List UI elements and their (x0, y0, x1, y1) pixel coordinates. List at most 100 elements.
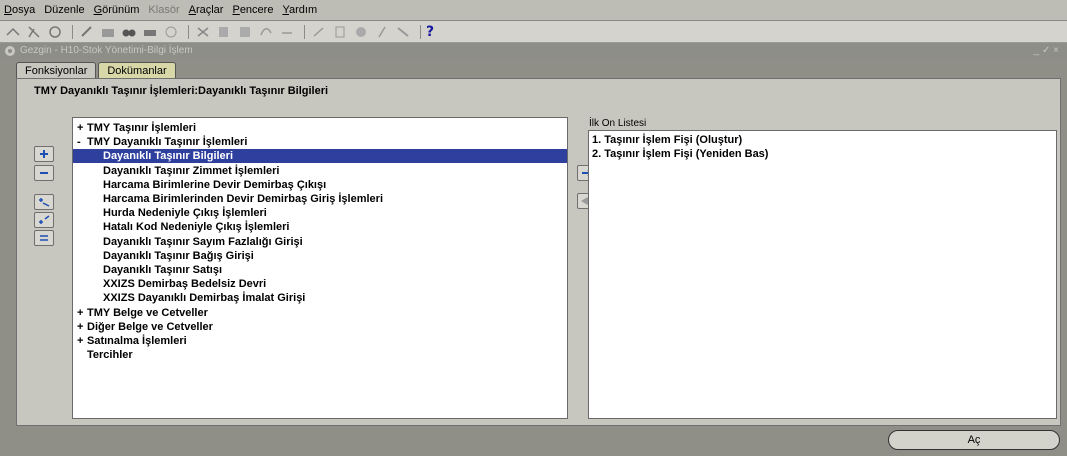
plus-icon (40, 150, 48, 158)
toolbar-separator (304, 24, 305, 39)
new-icon[interactable] (4, 24, 22, 40)
expand-all-icon (39, 215, 50, 224)
tree-item[interactable]: XXIZS Dayanıklı Demirbaş İmalat Girişi (103, 291, 305, 305)
tools-icon[interactable] (394, 24, 412, 40)
refresh-icon[interactable] (46, 24, 64, 40)
tree-expander[interactable]: + (77, 334, 87, 348)
tree-item[interactable]: Dayanıklı Taşınır Zimmet İşlemleri (103, 164, 279, 178)
tree-item[interactable]: Tercihler (77, 348, 133, 362)
menu-item[interactable]: Dosya (4, 4, 35, 16)
pen-icon[interactable] (310, 24, 328, 40)
menu-item[interactable]: Araçlar (189, 4, 224, 16)
tree-item[interactable]: + Diğer Belge ve Cetveller (77, 320, 213, 334)
tree-item[interactable]: + TMY Taşınır İşlemleri (77, 121, 196, 135)
menu-accelerator: G (93, 4, 103, 16)
expand-all-button[interactable] (34, 212, 54, 228)
edit-icon[interactable] (78, 24, 96, 40)
toolbar-separator (188, 24, 189, 39)
tree-expander[interactable]: - (77, 135, 87, 149)
tree-item-label: Dayanıklı Taşınır Zimmet İşlemleri (103, 164, 280, 177)
redo-icon[interactable] (278, 24, 296, 40)
toolbar: ? (0, 21, 1067, 43)
tree-item-label: TMY Dayanıklı Taşınır İşlemleri (87, 136, 248, 149)
list-item[interactable]: 1. Taşınır İşlem Fişi (Oluştur) (592, 133, 742, 147)
menu-item: Klasör (148, 4, 179, 16)
menu-accelerator: A (188, 4, 196, 16)
tree-item[interactable]: Dayanıklı Taşınır Bağış Girişi (103, 249, 254, 263)
list-item[interactable]: 2. Taşınır İşlem Fişi (Yeniden Bas) (592, 147, 768, 161)
tree-expander[interactable]: + (77, 121, 87, 135)
undo-icon[interactable] (257, 24, 275, 40)
expand-button[interactable] (34, 146, 54, 162)
tree-item-label: Harcama Birimlerine Devir Demirbaş Çıkış… (103, 178, 327, 191)
tree-item-label: Satınalma İşlemleri (87, 335, 187, 347)
tab-functions[interactable]: Fonksiyonlar (16, 62, 97, 78)
tab-documents[interactable]: Dokümanlar (98, 62, 176, 78)
tree-item[interactable]: Hatalı Kod Nedeniyle Çıkış İşlemleri (103, 220, 289, 234)
tree-item-label: Hurda Nedeniyle Çıkış İşlemleri (103, 207, 267, 220)
save-icon[interactable] (25, 24, 43, 40)
collapse-button[interactable] (34, 165, 54, 181)
tree-item[interactable]: + Satınalma İşlemleri (77, 334, 187, 348)
tab-strip: Fonksiyonlar Dokümanlar (16, 62, 178, 78)
collapse-all-icon (40, 235, 48, 241)
menu-label: Düzenle (44, 4, 85, 16)
tree-item[interactable]: Dayanıklı Taşınır Sayım Fazlalığı Girişi (103, 235, 303, 249)
minus-icon (40, 172, 48, 174)
menu-item[interactable]: Görünüm (94, 4, 140, 16)
tree-item[interactable]: Dayanıklı Taşınır Satışı (103, 263, 222, 277)
tree-item[interactable]: - TMY Dayanıklı Taşınır İşlemleri (77, 135, 247, 149)
tree-item[interactable]: Dayanıklı Taşınır Bilgileri (73, 149, 567, 164)
menu-label: raçlar (195, 4, 224, 16)
tree-item-label: Harcama Birimlerinden Devir Demirbaş Gir… (103, 193, 384, 205)
tree-item-label: Dayanıklı Taşınır Bilgileri (103, 150, 234, 163)
top-ten-list[interactable]: 1. Taşınır İşlem Fişi (Oluştur) 2. Taşını… (588, 130, 1057, 419)
tree-item-label: Dayanıklı Taşınır Satışı (103, 264, 223, 276)
tree-item-label: Dayanıklı Taşınır Bağış Girişi (103, 249, 254, 262)
navigator-tree[interactable]: + TMY Taşınır İşlemleri - TMY Dayanıklı Taş… (72, 117, 568, 419)
globe-icon[interactable] (352, 24, 370, 40)
tree-item-label: XXIZS Demirbaş Bedelsiz Devri (103, 278, 267, 291)
tree-item-label: TMY Taşınır İşlemleri (87, 122, 197, 134)
binoculars-icon[interactable] (120, 24, 138, 40)
panel-title: TMY Dayanıklı Taşınır İşlemleri:Dayanıkl… (34, 85, 329, 97)
tree-item-label: Dayanıklı Taşınır Sayım Fazlalığı Girişi (103, 235, 303, 248)
tree-expander[interactable]: + (77, 320, 87, 334)
menu-label: Klasör (148, 4, 180, 16)
cut-icon[interactable] (194, 24, 212, 40)
menu-bar: Dosya Düzenle Görünüm Klasör Araçlar Pencere Y… (0, 0, 1067, 21)
window-title: Gezgin - H10-Stok Yönetimi-Bilgi İşlem (20, 45, 193, 56)
tree-item-label: Tercihler (87, 349, 133, 362)
expand-branch-icon (39, 198, 50, 207)
window-controls[interactable]: _ ✓ × (1034, 45, 1059, 56)
clear-icon[interactable] (162, 24, 180, 40)
main-panel: TMY Dayanıklı Taşınır İşlemleri:Dayanıkl… (16, 78, 1061, 426)
help-icon[interactable]: ? (426, 24, 434, 40)
tree-item[interactable]: Hurda Nedeniyle Çıkış İşlemleri (103, 206, 267, 220)
tree-expander[interactable]: + (77, 306, 87, 320)
expand-branch-button[interactable] (34, 194, 54, 210)
menu-item[interactable]: Pencere (232, 4, 273, 16)
open-button[interactable]: Aç (888, 430, 1060, 450)
menu-label: ardım (288, 4, 318, 16)
menu-item[interactable]: Düzenle (44, 4, 84, 16)
print-icon[interactable] (141, 24, 159, 40)
top-ten-label: İlk On Listesi (589, 118, 647, 129)
attach-icon[interactable] (373, 24, 391, 40)
tree-item-label: XXIZS Dayanıklı Demirbaş İmalat Girişi (103, 292, 306, 305)
menu-label: encere (239, 4, 274, 16)
tree-item[interactable]: Harcama Birimlerine Devir Demirbaş Çıkış… (103, 178, 326, 192)
menu-accelerator: D (4, 4, 12, 16)
app-icon (5, 45, 15, 56)
copy-icon[interactable] (215, 24, 233, 40)
menu-item[interactable]: Yardım (282, 4, 317, 16)
paste-icon[interactable] (236, 24, 254, 40)
tree-item[interactable]: Harcama Birimlerinden Devir Demirbaş Gir… (103, 192, 383, 206)
tree-item[interactable]: + TMY Belge ve Cetveller (77, 306, 208, 320)
menu-accelerator: P (232, 4, 240, 16)
toolbar-separator (420, 24, 421, 39)
document-icon[interactable] (331, 24, 349, 40)
folder-icon[interactable] (99, 24, 117, 40)
collapse-all-button[interactable] (34, 230, 54, 246)
tree-item[interactable]: XXIZS Demirbaş Bedelsiz Devri (103, 277, 266, 291)
